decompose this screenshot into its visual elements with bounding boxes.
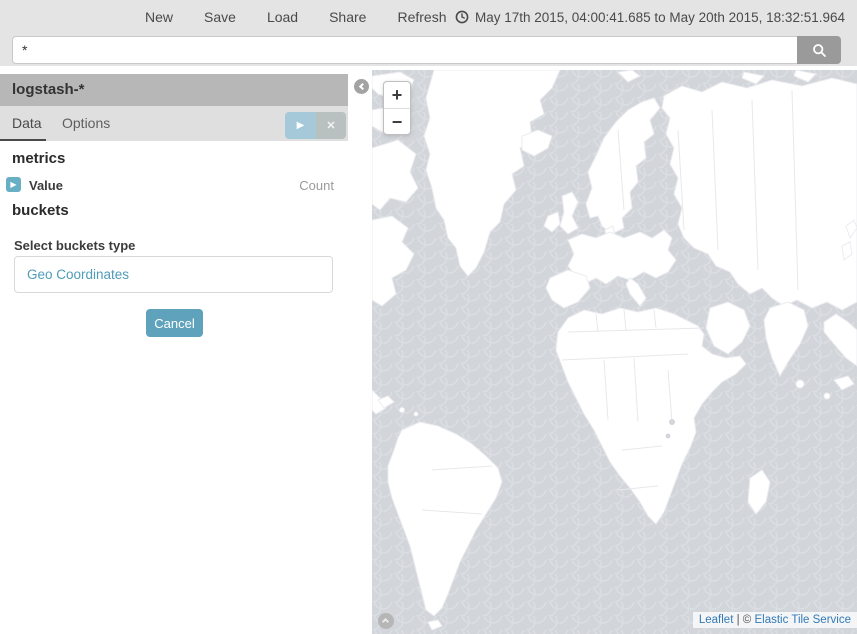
- top-navbar: New Save Load Share Refresh May 17th 201…: [0, 0, 857, 34]
- apply-discard-group: ▶ ✕: [285, 112, 346, 139]
- tab-options[interactable]: Options: [62, 106, 110, 141]
- copyright-symbol: ©: [743, 614, 751, 626]
- search-input[interactable]: [12, 36, 797, 64]
- zoom-out-button[interactable]: −: [384, 108, 410, 134]
- collapse-sidebar-button[interactable]: [354, 79, 369, 94]
- nav-save-button[interactable]: Save: [204, 9, 236, 25]
- active-tab-underline: [0, 139, 46, 141]
- cancel-button[interactable]: Cancel: [146, 309, 203, 337]
- sidebar-tabbar: Data Options ▶ ✕: [0, 106, 348, 141]
- discard-changes-button[interactable]: ✕: [316, 112, 346, 139]
- nav-refresh-button[interactable]: Refresh: [397, 9, 446, 25]
- map-zoom-control: + −: [383, 81, 411, 135]
- close-icon: ✕: [326, 119, 335, 132]
- search-button[interactable]: [797, 36, 841, 64]
- time-range-picker[interactable]: May 17th 2015, 04:00:41.685 to May 20th …: [455, 10, 845, 25]
- buckets-heading: buckets: [12, 202, 69, 219]
- world-map-tiles: [372, 70, 857, 634]
- metric-agg-value: Count: [299, 178, 334, 193]
- chevron-up-icon: [381, 618, 388, 625]
- index-pattern-label: logstash-*: [0, 74, 348, 106]
- bucket-type-listbox: Geo Coordinates: [14, 256, 333, 293]
- apply-changes-button[interactable]: ▶: [285, 112, 316, 139]
- attribution-divider: |: [737, 614, 740, 626]
- chevron-right-icon: ▶: [10, 180, 16, 189]
- bucket-select-label: Select buckets type: [14, 238, 135, 253]
- leaflet-link[interactable]: Leaflet: [699, 614, 734, 626]
- spy-panel-toggle-button[interactable]: [378, 613, 394, 629]
- metric-label: Value: [29, 178, 63, 193]
- map-attribution: Leaflet | © Elastic Tile Service: [693, 612, 857, 628]
- clock-icon: [455, 10, 469, 24]
- search-bar: [0, 34, 857, 66]
- nav-share-button[interactable]: Share: [329, 9, 366, 25]
- play-icon: ▶: [297, 120, 305, 131]
- nav-menu: New Save Load Share Refresh: [145, 9, 446, 25]
- metrics-heading: metrics: [12, 150, 65, 167]
- bucket-option-geo-coordinates[interactable]: Geo Coordinates: [15, 257, 332, 292]
- nav-new-button[interactable]: New: [145, 9, 173, 25]
- zoom-in-button[interactable]: +: [384, 82, 410, 108]
- chevron-left-icon: [359, 82, 366, 89]
- metric-expand-toggle[interactable]: ▶: [6, 177, 21, 192]
- metric-row-value[interactable]: ▶ Value Count: [6, 177, 342, 193]
- elastic-tile-service-link[interactable]: Elastic Tile Service: [754, 614, 851, 626]
- tab-data[interactable]: Data: [12, 106, 42, 141]
- search-icon: [812, 43, 827, 58]
- kibana-visualize-app: New Save Load Share Refresh May 17th 201…: [0, 0, 857, 634]
- map-canvas[interactable]: + − Leaflet | © Elastic Tile Service: [372, 70, 857, 634]
- nav-load-button[interactable]: Load: [267, 9, 298, 25]
- time-range-label: May 17th 2015, 04:00:41.685 to May 20th …: [475, 10, 845, 25]
